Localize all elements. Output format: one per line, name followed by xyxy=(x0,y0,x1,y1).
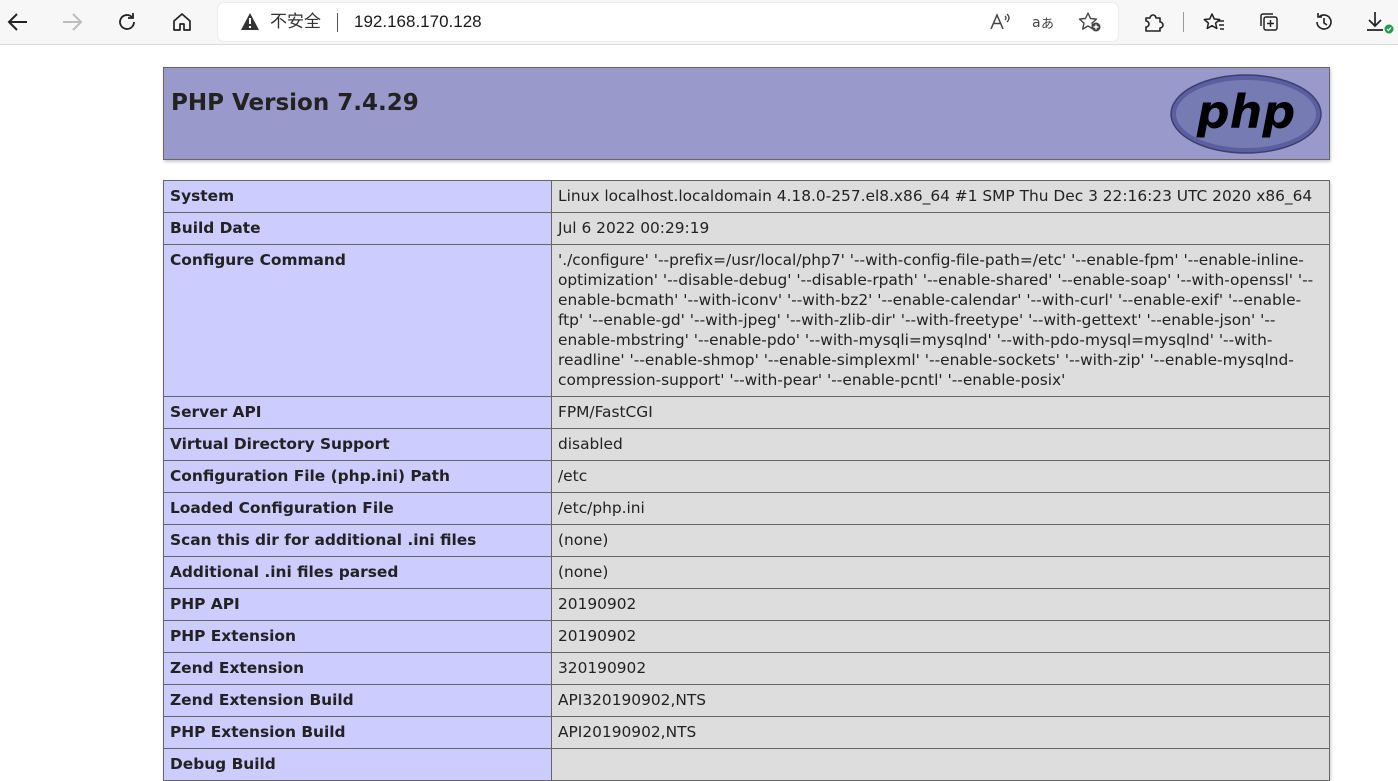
row-value: FPM/FastCGI xyxy=(551,396,1330,429)
puzzle-icon xyxy=(1145,14,1164,32)
row-value: API320190902,NTS xyxy=(551,684,1330,717)
downloads-button[interactable] xyxy=(1361,4,1397,40)
phpinfo-container: PHP Version 7.4.29 php System Linux local… xyxy=(163,67,1330,781)
warning-icon xyxy=(241,13,259,30)
logo-text: php xyxy=(1196,85,1296,139)
download-icon xyxy=(1367,12,1394,34)
table-row: System Linux localhost.localdomain 4.18.0… xyxy=(163,180,1330,213)
row-key: Virtual Directory Support xyxy=(163,428,552,461)
translate-button[interactable]: aあ xyxy=(1029,7,1059,37)
security-status[interactable]: 不安全 xyxy=(270,12,321,32)
row-key: System xyxy=(163,180,552,213)
favorites-button[interactable] xyxy=(1196,4,1232,40)
row-key: Configuration File (php.ini) Path xyxy=(163,460,552,493)
back-arrow-icon xyxy=(7,13,27,31)
refresh-icon xyxy=(119,13,135,30)
home-button[interactable] xyxy=(164,4,200,40)
row-key: Loaded Configuration File xyxy=(163,492,552,525)
row-key: Server API xyxy=(163,396,552,429)
table-row: Server API FPM/FastCGI xyxy=(163,396,1330,429)
history-button[interactable] xyxy=(1306,4,1342,40)
refresh-button[interactable] xyxy=(109,4,145,40)
row-value: 320190902 xyxy=(551,652,1330,685)
row-value: 20190902 xyxy=(551,620,1330,653)
row-key: Configure Command xyxy=(163,244,552,397)
row-value: Linux localhost.localdomain 4.18.0-257.e… xyxy=(551,180,1330,213)
favorites-icon xyxy=(1203,13,1224,30)
row-value: './configure' '--prefix=/usr/local/php7'… xyxy=(551,244,1330,397)
table-row: Loaded Configuration File/etc/php.ini xyxy=(163,492,1330,525)
php-version-header: PHP Version 7.4.29 php xyxy=(163,67,1330,160)
extensions-button[interactable] xyxy=(1135,4,1171,40)
svg-text:a: a xyxy=(1032,15,1041,31)
row-key: Debug Build xyxy=(163,748,552,781)
row-key: PHP API xyxy=(163,588,552,621)
home-icon xyxy=(173,13,191,31)
read-aloud-button[interactable] xyxy=(985,7,1015,37)
collections-button[interactable] xyxy=(1251,4,1287,40)
browser-toolbar: 不安全 192.168.170.128 aあ xyxy=(0,0,1398,45)
row-key: Scan this dir for additional .ini files xyxy=(163,524,552,557)
table-row: Zend Extension 320190902 xyxy=(163,652,1330,685)
back-button[interactable] xyxy=(0,4,36,40)
translate-icon: aあ xyxy=(1032,15,1054,32)
toolbar-separator xyxy=(1183,12,1184,32)
row-value: API20190902,NTS xyxy=(551,716,1330,749)
row-value: (none) xyxy=(551,524,1330,557)
row-key: PHP Extension Build xyxy=(163,716,552,749)
read-aloud-icon xyxy=(990,13,1010,30)
star-add-icon xyxy=(1078,12,1101,32)
row-key: Zend Extension xyxy=(163,652,552,685)
row-value: /etc xyxy=(551,460,1330,493)
table-row: Configure Command './configure' '--prefix… xyxy=(163,244,1330,397)
address-separator xyxy=(337,13,338,32)
table-row: PHP API 20190902 xyxy=(163,588,1330,621)
php-logo[interactable]: php xyxy=(1170,74,1322,154)
table-row: Debug Build xyxy=(163,748,1330,781)
row-value: disabled xyxy=(551,428,1330,461)
row-value: (none) xyxy=(551,556,1330,589)
info-table: System Linux localhost.localdomain 4.18.0… xyxy=(163,180,1330,781)
row-key: Additional .ini files parsed xyxy=(163,556,552,589)
row-value: /etc/php.ini xyxy=(551,492,1330,525)
row-key: Zend Extension Build xyxy=(163,684,552,717)
table-row: Configuration File (php.ini) Path/etc xyxy=(163,460,1330,493)
collections-icon xyxy=(1260,13,1278,31)
page-title: PHP Version 7.4.29 xyxy=(171,90,419,116)
row-value: Jul 6 2022 00:29:19 xyxy=(551,212,1330,245)
forward-button[interactable] xyxy=(54,4,90,40)
info-table-body: System Linux localhost.localdomain 4.18.0… xyxy=(163,180,1330,781)
row-key: PHP Extension xyxy=(163,620,552,653)
row-key: Build Date xyxy=(163,212,552,245)
table-row: PHP Extension Build API20190902,NTS xyxy=(163,716,1330,749)
table-row: Virtual Directory Support disabled xyxy=(163,428,1330,461)
table-row: PHP Extension 20190902 xyxy=(163,620,1330,653)
history-icon xyxy=(1316,13,1332,30)
table-row: Scan this dir for additional .ini files(… xyxy=(163,524,1330,557)
row-value xyxy=(551,748,1330,781)
add-favorite-button[interactable] xyxy=(1075,7,1105,37)
row-value: 20190902 xyxy=(551,588,1330,621)
table-row: Zend Extension Build API320190902,NTS xyxy=(163,684,1330,717)
url-text[interactable]: 192.168.170.128 xyxy=(354,12,482,32)
forward-arrow-icon xyxy=(63,13,83,31)
table-row: Build Date Jul 6 2022 00:29:19 xyxy=(163,212,1330,245)
address-bar[interactable]: 不安全 192.168.170.128 aあ xyxy=(218,3,1118,41)
table-row: Additional .ini files parsed (none) xyxy=(163,556,1330,589)
svg-text:あ: あ xyxy=(1041,17,1054,32)
